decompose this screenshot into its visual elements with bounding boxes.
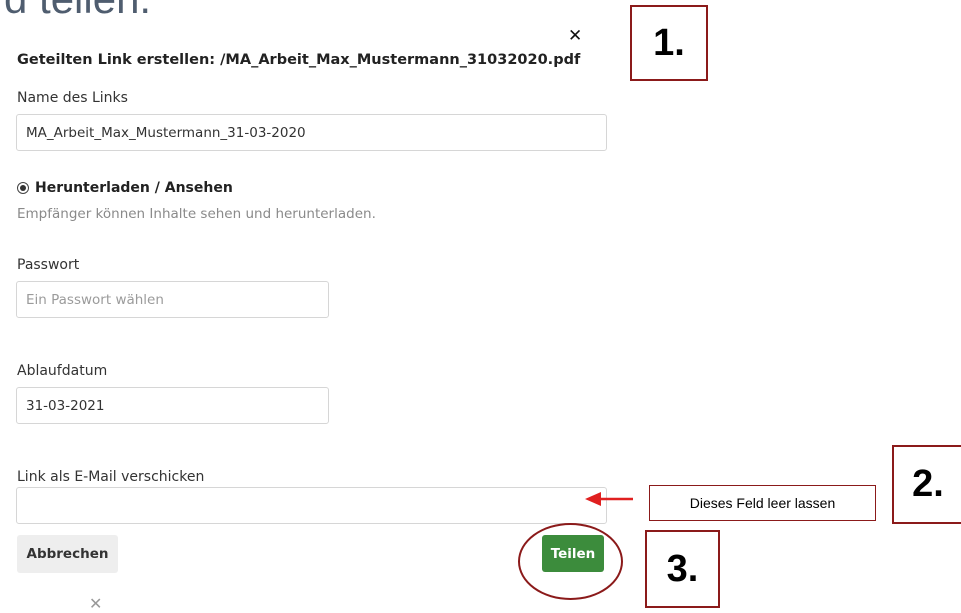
hint-note: Dieses Feld leer lassen (649, 485, 876, 521)
permission-option-label: Herunterladen / Ansehen (35, 180, 233, 196)
link-name-input[interactable] (16, 114, 607, 151)
arrow-icon (585, 492, 633, 506)
page-heading: d teilen. (4, 0, 151, 20)
expiry-date-input[interactable] (16, 387, 329, 424)
footer-close-icon[interactable]: ✕ (89, 596, 102, 612)
expiry-label: Ablaufdatum (17, 363, 108, 379)
step-3-marker: 3. (645, 530, 720, 608)
step-2-marker: 2. (892, 445, 961, 524)
permission-option[interactable]: Herunterladen / Ansehen (17, 180, 233, 196)
password-label: Passwort (17, 257, 80, 273)
step-1-marker: 1. (630, 5, 708, 81)
close-icon[interactable]: ✕ (568, 28, 582, 45)
link-name-label: Name des Links (17, 90, 128, 106)
password-input[interactable] (16, 281, 329, 318)
cancel-button[interactable]: Abbrechen (17, 535, 118, 573)
email-input[interactable] (16, 487, 607, 524)
highlight-circle (518, 523, 623, 600)
radio-selected-dot (20, 185, 26, 191)
dialog-title: Geteilten Link erstellen: /MA_Arbeit_Max… (17, 52, 581, 68)
email-label: Link als E-Mail verschicken (17, 469, 205, 485)
radio-button[interactable] (17, 182, 29, 194)
permission-description: Empfänger können Inhalte sehen und herun… (17, 206, 376, 222)
